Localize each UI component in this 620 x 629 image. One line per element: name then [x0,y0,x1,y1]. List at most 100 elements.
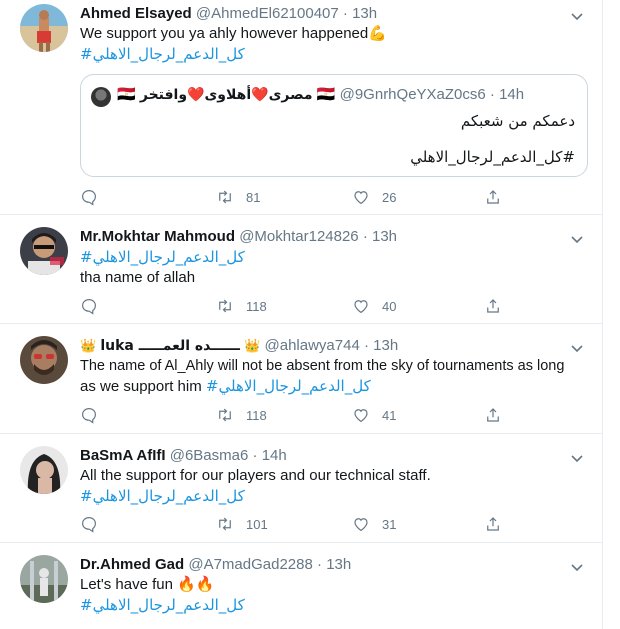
egypt-flag-icon: 🇪🇬 [316,86,336,103]
like-button[interactable]: 41 [352,404,396,426]
timestamp[interactable]: 13h [372,228,397,245]
retweet-count: 101 [246,516,268,532]
crown-emoji: 👑 [244,338,261,353]
share-button[interactable] [484,186,502,208]
retweet-count: 118 [246,298,267,314]
user-handle[interactable]: @ahlawya744 [265,337,360,354]
separator-dot: · [489,86,495,103]
reply-icon [82,299,96,315]
separator-dot: · [363,337,369,354]
tweet[interactable]: BaSmA AfIfI @6Basma6 · 14h All the suppo… [0,434,603,543]
heart-icon [354,409,368,423]
retweet-icon [219,299,231,313]
like-button[interactable]: 31 [352,513,396,535]
reply-button[interactable] [80,186,98,208]
hashtag-link[interactable]: #كل_الدعم_لرجال_الاهلي [80,487,245,505]
retweet-button[interactable]: 81 [216,186,260,208]
tweet-text-line: as we support him #كل_الدعم_لرجال_الاهلي [80,376,587,397]
share-icon [487,517,499,531]
user-handle[interactable]: @6Basma6 [170,447,249,464]
share-button[interactable] [484,404,502,426]
chevron-down-icon[interactable] [569,450,585,466]
user-handle[interactable]: @AhmedEl62100407 [196,5,339,22]
retweet-button[interactable]: 118 [216,295,267,317]
quoted-avatar [91,87,111,107]
tweet-actions: 118 41 [80,404,510,426]
timestamp[interactable]: 13h [326,556,351,573]
user-handle[interactable]: @A7madGad2288 [188,556,312,573]
separator-dot: · [252,447,258,464]
tweet[interactable]: Ahmed Elsayed @AhmedEl62100407 · 13h We … [0,0,603,215]
display-name[interactable]: Mr.Mokhtar Mahmoud [80,228,235,245]
tweet-actions: 101 31 [80,513,510,535]
share-button[interactable] [484,295,502,317]
retweet-button[interactable]: 118 [216,404,267,426]
retweet-icon [219,517,231,531]
hashtag-link[interactable]: #كل_الدعم_لرجال_الاهلي [80,248,245,266]
tweet-text: Let's have fun 🔥🔥 [80,575,587,595]
avatar[interactable] [20,446,68,494]
hashtag-link[interactable]: #كل_الدعم_لرجال_الاهلي [80,596,245,614]
tweet-content: 👑 luka ــــــده العمـــــ 👑 @ahlawya744 … [80,336,587,397]
tweet-text-body: We support you ya ahly however happened [80,25,369,42]
avatar[interactable] [20,336,68,384]
hashtag-link[interactable]: #كل_الدعم_لرجال_الاهلي [206,377,371,395]
retweet-count: 118 [246,407,267,423]
display-name[interactable]: Ahmed Elsayed [80,5,192,22]
hashtag-line: #كل_الدعم_لرجال_الاهلي [80,247,587,268]
avatar[interactable] [20,555,68,603]
tweet[interactable]: Dr.Ahmed Gad @A7madGad2288 · 13h Let's h… [0,543,603,629]
avatar[interactable] [20,227,68,275]
reply-button[interactable] [80,513,98,535]
tweet-header: Dr.Ahmed Gad @A7madGad2288 · 13h [80,555,587,575]
quoted-tweet[interactable]: 🇪🇬 مصرى❤️أهلاوى❤️وافتخر 🇪🇬 @9GnrhQeYXaZ0… [80,74,588,177]
hashtag-line: #كل_الدعم_لرجال_الاهلي [80,595,587,616]
retweet-icon [219,408,231,422]
quoted-user-handle: @9GnrhQeYXaZ0cs6 [339,86,486,103]
user-handle[interactable]: @Mokhtar124826 [239,228,358,245]
chevron-down-icon[interactable] [569,8,585,24]
heart-icon [354,191,368,205]
tweet-header: 👑 luka ــــــده العمـــــ 👑 @ahlawya744 … [80,336,587,356]
like-button[interactable]: 26 [352,186,396,208]
tweet-content: Ahmed Elsayed @AhmedEl62100407 · 13h We … [80,4,587,65]
fire-emoji: 🔥🔥 [177,576,215,593]
tweet-content: Dr.Ahmed Gad @A7madGad2288 · 13h Let's h… [80,555,587,616]
tweet-text-body: Let's have fun [80,576,173,593]
avatar[interactable] [20,4,68,52]
display-name[interactable]: Dr.Ahmed Gad [80,556,184,573]
crown-emoji: 👑 [80,338,97,353]
like-count: 40 [382,298,397,314]
share-icon [487,299,499,313]
quoted-header: 🇪🇬 مصرى❤️أهلاوى❤️وافتخر 🇪🇬 @9GnrhQeYXaZ0… [117,85,524,105]
hashtag-line: #كل_الدعم_لرجال_الاهلي [80,486,587,507]
chevron-down-icon[interactable] [569,559,585,575]
timestamp[interactable]: 13h [373,337,398,354]
tweet-text-line: The name of Al_Ahly will not be absent f… [80,358,565,374]
tweet-header: BaSmA AfIfI @6Basma6 · 14h [80,446,587,466]
share-button[interactable] [484,513,502,535]
reply-button[interactable] [80,295,98,317]
retweet-button[interactable]: 101 [216,513,268,535]
retweet-count: 81 [246,189,261,205]
share-icon [487,190,499,204]
like-count: 41 [382,407,397,423]
tweet[interactable]: 👑 luka ــــــده العمـــــ 👑 @ahlawya744 … [0,324,603,434]
timestamp[interactable]: 13h [352,5,377,22]
tweet[interactable]: Mr.Mokhtar Mahmoud @Mokhtar124826 · 13h … [0,215,603,324]
flexed-biceps-emoji: 💪 [368,25,387,42]
chevron-down-icon[interactable] [569,340,585,356]
quoted-hashtag: #كل_الدعم_لرجال_الاهلي [410,148,575,166]
timestamp[interactable]: 14h [262,447,287,464]
tweet-text: We support you ya ahly however happened💪 [80,24,587,44]
like-count: 31 [382,516,397,532]
hashtag-link[interactable]: #كل_الدعم_لرجال_الاهلي [80,45,245,63]
chevron-down-icon[interactable] [569,231,585,247]
tweet-header: Mr.Mokhtar Mahmoud @Mokhtar124826 · 13h [80,227,587,247]
reply-button[interactable] [80,404,98,426]
heart-icon [354,300,368,314]
like-button[interactable]: 40 [352,295,396,317]
hashtag-line: #كل_الدعم_لرجال_الاهلي [80,44,587,65]
display-name[interactable]: luka ــــــده العمـــــ [100,338,240,354]
display-name[interactable]: BaSmA AfIfI [80,447,166,464]
